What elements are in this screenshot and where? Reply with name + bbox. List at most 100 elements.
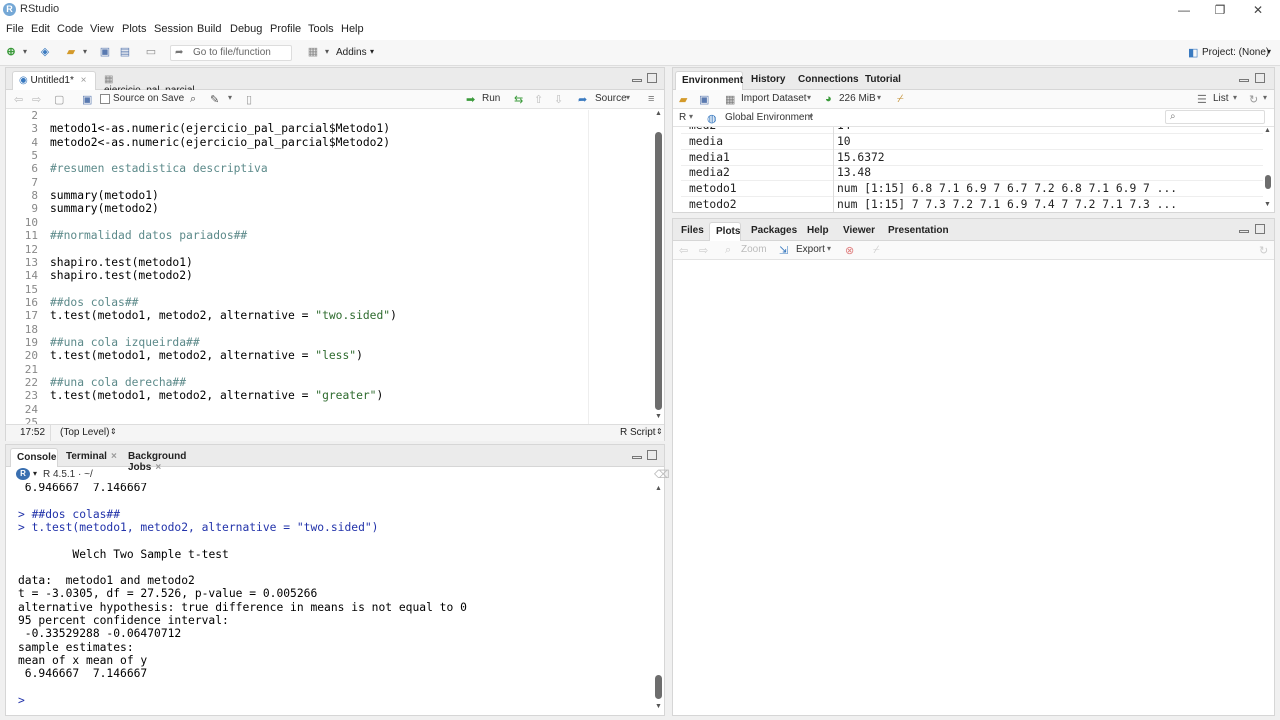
next-plot-icon[interactable]: ⇨ [699,244,708,257]
environment-scope-selector[interactable]: Global Environment [725,112,813,123]
export-button[interactable]: Export [796,244,825,255]
scroll-up-icon[interactable]: ▲ [1264,127,1271,134]
maximize-pane-icon[interactable] [647,450,657,460]
menu-debug[interactable]: Debug [230,23,262,35]
code-line[interactable]: #resumen estadistica descriptiva [50,162,268,175]
save-icon[interactable]: ▣ [98,45,112,59]
r-version-dropdown-icon[interactable]: ▾ [33,469,37,478]
view-dropdown-icon[interactable]: ▾ [1233,93,1237,102]
environment-row[interactable]: media2 13.48 [681,165,1263,182]
code-line[interactable]: metodo1<-as.numeric(ejercicio_pal_parcia… [50,122,390,135]
layout-grid-icon[interactable]: ▦ [306,45,320,59]
tab-untitled1[interactable]: ◉ Untitled1* × [12,71,96,90]
code-line[interactable]: ##una cola izqueirda## [50,336,200,349]
memory-dropdown-icon[interactable]: ▾ [877,93,881,102]
console-output[interactable]: 6.946667 7.146667 > ##dos colas## > t.test… [6,483,652,715]
scroll-down-icon[interactable]: ▼ [655,703,662,710]
new-file-icon[interactable]: ⊕ [4,45,18,59]
search-icon[interactable]: ⌕ [190,93,196,106]
code-line[interactable]: ##dos colas## [50,296,138,309]
maximize-pane-icon[interactable] [1255,224,1265,234]
language-dropdown-icon[interactable]: ▾ [689,112,693,121]
import-dropdown-icon[interactable]: ▾ [807,93,811,102]
tab-presentation[interactable]: Presentation [882,222,952,241]
clear-plots-broom-icon[interactable]: ⌿ [873,244,880,257]
load-workspace-icon[interactable]: ▰ [679,93,687,106]
tab-connections[interactable]: Connections [792,71,859,90]
show-in-window-icon[interactable]: ▢ [54,93,64,106]
tab-plots[interactable]: Plots [709,222,741,241]
back-arrow-icon[interactable]: ⇦ [14,93,23,106]
code-line[interactable]: t.test(metodo1, metodo2, alternative = "… [50,309,397,322]
new-project-icon[interactable]: ◈ [38,45,52,59]
previous-plot-icon[interactable]: ⇦ [679,244,688,257]
project-dropdown-icon[interactable]: ▾ [1267,47,1271,56]
environment-scrollbar[interactable]: ▲ ▼ [1263,127,1273,212]
project-menu[interactable]: Project: (None) [1202,47,1269,58]
compile-report-icon[interactable]: ▯ [246,93,252,106]
menu-file[interactable]: File [6,23,24,35]
code-line[interactable]: t.test(metodo1, metodo2, alternative = "… [50,349,363,362]
refresh-icon[interactable]: ↻ [1249,93,1258,106]
maximize-pane-icon[interactable] [1255,73,1265,83]
addins-menu[interactable]: Addins [336,47,367,58]
environment-row[interactable]: metodo1 num [1:15] 6.8 7.1 6.9 7 6.7 7.2 … [681,181,1263,198]
console-scroll-thumb[interactable] [655,675,662,699]
menu-edit[interactable]: Edit [31,23,50,35]
code-line[interactable]: metodo2<-as.numeric(ejercicio_pal_parcia… [50,136,390,149]
goto-file-input[interactable]: ➦ Go to file/function [170,45,292,61]
tab-help[interactable]: Help [801,222,833,241]
tab-history[interactable]: History [745,71,789,90]
go-down-icon[interactable]: ⇩ [554,93,563,106]
minimize-pane-icon[interactable] [632,456,642,459]
source-button[interactable]: Source [595,93,627,104]
close-window-button[interactable]: ✕ [1238,0,1278,20]
tab-environment[interactable]: Environment [675,71,743,90]
code-line[interactable]: ##normalidad datos pariados## [50,229,247,242]
clear-console-icon[interactable]: ⌫ [654,468,670,481]
environment-row[interactable]: metodo2 num [1:15] 7 7.3 7.2 7.1 6.9 7.4 … [681,197,1263,212]
scroll-down-icon[interactable]: ▼ [655,413,662,420]
scope-dropdown-icon[interactable]: ▾ [809,112,813,121]
editor-scrollbar[interactable]: ▲ ▼ [654,110,664,424]
menu-build[interactable]: Build [197,23,221,35]
menu-help[interactable]: Help [341,23,364,35]
scroll-down-icon[interactable]: ▼ [1264,201,1271,208]
rerun-icon[interactable]: ⇆ [514,93,523,106]
tab-files[interactable]: Files [675,222,707,241]
menu-profile[interactable]: Profile [270,23,301,35]
tab-packages[interactable]: Packages [745,222,797,241]
code-line[interactable]: t.test(metodo1, metodo2, alternative = "… [50,389,383,402]
view-mode-selector[interactable]: List [1213,93,1229,104]
language-selector[interactable]: R [679,112,686,123]
export-dropdown-icon[interactable]: ▾ [827,244,831,253]
menu-tools[interactable]: Tools [308,23,334,35]
open-file-icon[interactable]: ▰ [64,45,78,59]
magic-wand-icon[interactable]: ✎ [210,93,219,106]
source-on-save-checkbox[interactable] [100,94,110,104]
scope-selector[interactable]: (Top Level) [60,427,109,438]
maximize-button[interactable]: ❐ [1200,0,1240,20]
layout-dropdown-icon[interactable]: ▾ [320,45,334,59]
refresh-plot-icon[interactable]: ↻ [1259,244,1268,257]
close-tab-icon[interactable]: × [81,75,87,86]
code-line[interactable]: summary(metodo1) [50,189,159,202]
run-button[interactable]: Run [482,93,500,104]
tab-viewer[interactable]: Viewer [837,222,879,241]
scope-dropdown-icon[interactable]: ⇕ [110,427,117,436]
tab-ejercicio[interactable]: ▦ ejercicio_pal_parcial × [98,71,210,107]
console-scrollbar[interactable]: ▲ ▼ [654,485,664,715]
environment-search-input[interactable]: ⌕ [1165,110,1265,124]
save-workspace-icon[interactable]: ▣ [699,93,709,106]
tab-terminal[interactable]: Terminal × [60,448,118,467]
file-type-dropdown-icon[interactable]: ⇕ [656,427,663,436]
environment-scroll-thumb[interactable] [1265,175,1271,189]
go-up-icon[interactable]: ⇧ [534,93,543,106]
menu-plots[interactable]: Plots [122,23,146,35]
source-dropdown-icon[interactable]: ▾ [626,93,630,102]
refresh-dropdown-icon[interactable]: ▾ [1263,93,1267,102]
menu-code[interactable]: Code [57,23,83,35]
tab-tutorial[interactable]: Tutorial [859,71,909,90]
zoom-button[interactable]: Zoom [741,244,767,255]
menu-session[interactable]: Session [154,23,193,35]
